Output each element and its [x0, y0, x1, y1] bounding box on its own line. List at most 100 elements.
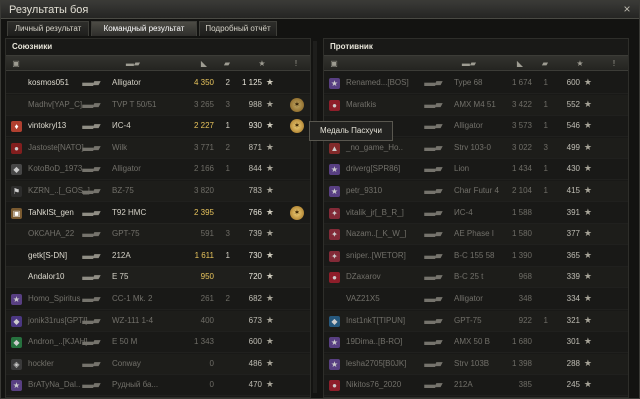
frags-value: 1: [543, 121, 548, 131]
table-row[interactable]: getk[S-DN] ▬▰ 212A 1 611 1 730 ★: [6, 246, 310, 267]
table-row[interactable]: Madhv[YAP_C] ▬▰ TVP T 50/51 3 265 3 988 ★ ✶: [6, 94, 310, 116]
damage-value: 1 674: [511, 78, 532, 87]
tank-name: B-C 155 58: [454, 250, 495, 260]
xp-column-icon[interactable]: ★: [572, 59, 588, 69]
xp-star-icon: ★: [583, 98, 592, 109]
tank-icon: ▬▰: [82, 228, 100, 241]
clan-badge-icon: ✦: [329, 229, 340, 241]
damage-value: 348: [518, 294, 532, 303]
table-row[interactable]: ★ driverg[SPR86] ▬▰ Lion 1 434 1 430 ★: [324, 159, 628, 181]
tank-icon: ▬▰: [82, 185, 100, 197]
squad-column-icon[interactable]: ▣: [10, 59, 22, 69]
tank-icon: ▬▰: [82, 141, 100, 154]
table-row[interactable]: ▣ TaNkISt_gen ▬▰ T92 HMC 2 395 766 ★ ✶: [6, 203, 310, 224]
xp-value: 391: [566, 207, 580, 217]
table-row[interactable]: ✦ sniper..[WETOR] ▬▰ B-C 155 58 1 390 365 ★: [324, 246, 628, 267]
xp-value: 600: [248, 337, 262, 347]
xp-star-icon: ★: [583, 77, 592, 87]
clan-badge-icon: ★: [11, 294, 22, 305]
table-row[interactable]: kosmos051 ▬▰ Alligator 4 350 2 1 125 ★: [6, 73, 310, 94]
xp-star-icon: ★: [583, 314, 592, 325]
tank-icon: ▬▰: [424, 185, 442, 197]
player-name: lesha2705[B0JK]: [346, 358, 407, 368]
xp-star-icon: ★: [265, 77, 274, 87]
clan-badge-icon: ●: [329, 380, 340, 392]
xp-star-icon: ★: [583, 185, 592, 195]
xp-value: 430: [566, 164, 580, 174]
table-row[interactable]: ● Nikitos76_2020 ▬▰ 212A 385 245 ★: [324, 375, 628, 397]
table-row[interactable]: ● Maratkis ▬▰ AMX M4 51 3 422 1 552 ★: [324, 94, 628, 116]
medal-icon[interactable]: ✶: [290, 119, 304, 134]
tank-icon: ▬▰: [424, 271, 442, 284]
table-row[interactable]: ★ Renamed...[BOS] ▬▰ Type 68 1 674 1 600 ★: [324, 73, 628, 94]
table-row[interactable]: VAZ21X5 ▬▰ Alligator 348 334 ★: [324, 289, 628, 310]
clan-badge-icon: ●: [329, 272, 340, 284]
table-row[interactable]: ★ Homo_Spiritus ▬▰ CC-1 Mk. 2 261 2 682 ★: [6, 289, 310, 310]
medal-icon[interactable]: ✶: [290, 205, 304, 220]
tab-detailed-report[interactable]: Подробный отчёт: [199, 21, 277, 36]
clan-badge-icon: ✦: [329, 250, 340, 262]
table-row[interactable]: ✦ Nazam..[_K_W_] ▬▰ AE Phase I 1 580 377 ★: [324, 224, 628, 246]
damage-value: 3 422: [511, 99, 532, 109]
table-row[interactable]: ◆ Andron_..[KJAH] ▬▰ E 50 M1 343 600 ★: [6, 332, 310, 354]
medal-column-icon[interactable]: !: [608, 59, 620, 69]
table-row[interactable]: ✦ vitalik_jr[_B_R_] ▬▰ ИС-4 1 588 391 ★: [324, 203, 628, 224]
tank-name: T92 HMC: [112, 207, 147, 217]
player-name: driverg[SPR86]: [346, 164, 401, 174]
xp-value: 377: [566, 229, 580, 239]
table-row[interactable]: ★ BrATyNa_Dal.. ▬▰ Рудный ба... 0 470 ★: [6, 375, 310, 397]
player-name: hockler: [28, 358, 54, 368]
table-row[interactable]: ⚑ KZRN_..[_GOS_] ▬▰ BZ-75 3 820 783 ★: [6, 181, 310, 202]
tank-name: GPT-75: [112, 229, 140, 239]
player-name: Renamed...[BOS]: [346, 78, 409, 87]
tank-icon: ▬▰: [424, 98, 442, 111]
tab-team-result[interactable]: Командный результат: [91, 21, 197, 36]
table-row[interactable]: ◆ KotoBoD_1973 ▬▰ Alligator 2 166 1 844 ★: [6, 159, 310, 181]
xp-star-icon: ★: [265, 379, 274, 390]
close-icon[interactable]: ×: [621, 3, 633, 16]
table-row[interactable]: ★ lesha2705[B0JK] ▬▰ Strv 103B 1 398 288 ★: [324, 353, 628, 375]
tank-column-icon[interactable]: ▬▰: [118, 59, 148, 69]
xp-value: 871: [248, 142, 262, 152]
xp-value: 844: [248, 164, 262, 174]
table-row[interactable]: ОКСАНА_22 ▬▰ GPT-75 591 3 739 ★: [6, 224, 310, 246]
tank-name: WZ-111 1-4: [112, 315, 154, 325]
player-name: DZaxarov: [346, 272, 381, 282]
table-row[interactable]: ◆ Inst1nkT[TIPUN] ▬▰ GPT-75 922 1 321 ★: [324, 310, 628, 332]
table-row[interactable]: ◆ jonik31rus[GPTI] ▬▰ WZ-111 1-4 400 673 ★: [6, 310, 310, 332]
frags-column-icon[interactable]: ▰: [536, 59, 554, 69]
tank-icon: ▬▰: [82, 293, 100, 305]
tab-personal-result[interactable]: Личный результат: [7, 21, 89, 36]
table-row[interactable]: ◈ hockler ▬▰ Conway 0 486 ★: [6, 353, 310, 375]
table-row[interactable]: ● Jastoste[NATO] ▬▰ Wilk 3 771 2 871 ★: [6, 137, 310, 159]
damage-column-icon[interactable]: ◣: [510, 59, 530, 69]
damage-value: 968: [518, 272, 532, 282]
title-bar: Результаты боя ×: [1, 1, 639, 19]
medal-column-icon[interactable]: !: [290, 59, 302, 69]
tank-icon: ▬▰: [82, 336, 100, 349]
tank-name: Alligator: [112, 78, 141, 87]
frags-column-icon[interactable]: ▰: [218, 59, 236, 69]
tank-icon: ▬▰: [82, 314, 100, 327]
table-row[interactable]: ● DZaxarov ▬▰ B-C 25 t 968 339 ★: [324, 267, 628, 289]
damage-column-icon[interactable]: ◣: [194, 59, 214, 69]
xp-star-icon: ★: [583, 228, 592, 239]
tank-column-icon[interactable]: ▬▰: [454, 59, 484, 69]
squad-column-icon[interactable]: ▣: [328, 59, 340, 69]
table-row[interactable]: ♦ vintokryl13 ▬▰ ИС-4 2 227 1 930 ★ ✶: [6, 116, 310, 138]
tank-icon: ▬▰: [424, 357, 442, 370]
xp-column-icon[interactable]: ★: [254, 59, 270, 69]
damage-value: 922: [518, 315, 532, 325]
table-row[interactable]: Andalor10 ▬▰ E 75 950 720 ★: [6, 267, 310, 289]
xp-value: 930: [248, 121, 262, 131]
xp-value: 321: [566, 315, 580, 325]
tank-icon: ▬▰: [82, 379, 100, 392]
table-row[interactable]: ★ 19Dima..[B-RO] ▬▰ AMX 50 B1 680 301 ★: [324, 332, 628, 354]
tank-icon: ▬▰: [424, 379, 442, 392]
xp-value: 288: [566, 358, 580, 368]
clan-badge-icon: ◆: [11, 315, 22, 327]
medal-icon[interactable]: ✶: [290, 97, 304, 112]
damage-value: 2 166: [193, 164, 214, 174]
enemies-panel: Противник ▣ ▬▰ ◣ ▰ ★ ! ★ Renamed...[BOS] ▬…: [323, 38, 629, 398]
table-row[interactable]: ★ petr_9310 ▬▰ Char Futur 42 104 1 415 ★: [324, 181, 628, 202]
